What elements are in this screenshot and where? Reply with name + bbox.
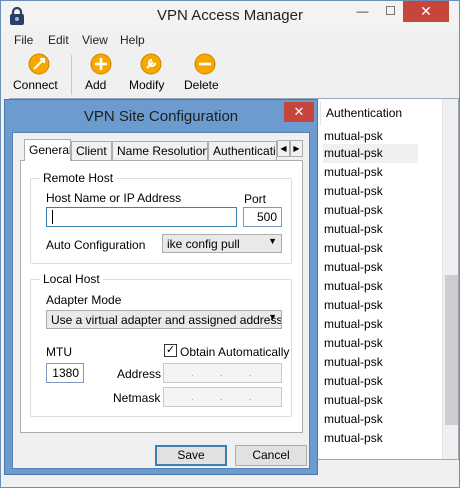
mtu-input[interactable]: 1380 [46, 363, 84, 383]
plus-icon [90, 53, 112, 75]
tab-scroll-right-icon[interactable]: ▶ [290, 140, 303, 157]
toolbar-separator [71, 55, 72, 95]
tab-scroll-left-icon[interactable]: ◀ [277, 140, 290, 157]
tab-authentication[interactable]: Authentication [208, 141, 277, 160]
list-item[interactable]: mutual-psk [323, 163, 418, 182]
menu-bar: File Edit View Help [1, 31, 459, 49]
auto-configuration-label: Auto Configuration [46, 238, 146, 252]
connect-label: Connect [13, 78, 58, 92]
dialog-close-button[interactable]: ✕ [284, 102, 314, 122]
tab-client[interactable]: Client [71, 141, 112, 160]
list-item[interactable]: mutual-psk [323, 372, 418, 391]
menu-help[interactable]: Help [120, 33, 145, 47]
chevron-down-icon: ▼ [268, 236, 277, 246]
host-name-input[interactable] [46, 207, 237, 227]
maximize-button[interactable]: ☐ [377, 1, 404, 22]
list-item[interactable]: mutual-psk [323, 410, 418, 429]
toolbar: Connect Add Modify Delete [1, 49, 459, 99]
port-label: Port [244, 192, 267, 206]
netmask-input[interactable]: ... [163, 387, 282, 407]
save-button[interactable]: Save [155, 445, 227, 466]
connect-button[interactable]: Connect [13, 53, 65, 92]
menu-edit[interactable]: Edit [48, 33, 69, 47]
address-label: Address [117, 367, 162, 381]
tab-name-resolution[interactable]: Name Resolution [112, 141, 208, 160]
column-header-authentication[interactable]: Authentication [320, 101, 440, 125]
menu-file[interactable]: File [14, 33, 33, 47]
list-item[interactable]: mutual-psk [323, 353, 418, 372]
adapter-mode-select[interactable]: Use a virtual adapter and assigned addre… [46, 310, 282, 329]
connect-icon [28, 53, 50, 75]
list-item[interactable]: mutual-psk [323, 144, 418, 163]
close-button[interactable]: ✕ [403, 1, 449, 22]
scrollbar-thumb[interactable] [445, 275, 458, 425]
port-input[interactable]: 500 [243, 207, 282, 227]
mtu-label: MTU [46, 345, 72, 359]
list-item[interactable]: mutual-psk [323, 258, 418, 277]
menu-view[interactable]: View [82, 33, 108, 47]
host-name-label: Host Name or IP Address [46, 191, 182, 205]
adapter-mode-label: Adapter Mode [46, 293, 122, 307]
list-item[interactable]: mutual-psk [323, 391, 418, 410]
list-scrollbar[interactable] [442, 99, 458, 459]
local-host-label: Local Host [40, 272, 103, 286]
list-item[interactable]: mutual-psk [323, 296, 418, 315]
delete-button[interactable]: Delete [184, 53, 226, 92]
remote-host-label: Remote Host [40, 171, 117, 185]
list-item[interactable]: mutual-psk [323, 220, 418, 239]
add-button[interactable]: Add [85, 53, 117, 92]
modify-label: Modify [129, 78, 165, 92]
list-item[interactable]: mutual-psk [323, 429, 418, 448]
netmask-label: Netmask [113, 391, 161, 405]
cancel-button[interactable]: Cancel [235, 445, 307, 466]
minimize-button[interactable]: — [349, 1, 376, 22]
list-item[interactable]: mutual-psk [323, 334, 418, 353]
modify-button[interactable]: Modify [129, 53, 173, 92]
tab-general[interactable]: General [24, 139, 71, 161]
obtain-automatically-label: Obtain Automatically [180, 345, 290, 359]
list-item[interactable]: mutual-psk [323, 277, 418, 296]
chevron-down-icon: ▼ [268, 312, 277, 322]
title-bar: VPN Access Manager — ☐ ✕ [1, 1, 459, 31]
auto-configuration-select[interactable]: ike config pull ▼ [162, 234, 282, 253]
wrench-icon [140, 53, 162, 75]
address-input[interactable]: ... [163, 363, 282, 383]
add-label: Add [85, 78, 107, 92]
list-item[interactable]: mutual-psk [323, 201, 418, 220]
list-item[interactable]: mutual-psk [323, 315, 418, 334]
delete-label: Delete [184, 78, 219, 92]
obtain-automatically-checkbox[interactable]: ✓ [164, 344, 177, 357]
list-item[interactable]: mutual-psk [323, 239, 418, 258]
minus-icon [194, 53, 216, 75]
list-item[interactable]: mutual-psk [323, 182, 418, 201]
dialog-title: VPN Site Configuration [83, 108, 239, 125]
